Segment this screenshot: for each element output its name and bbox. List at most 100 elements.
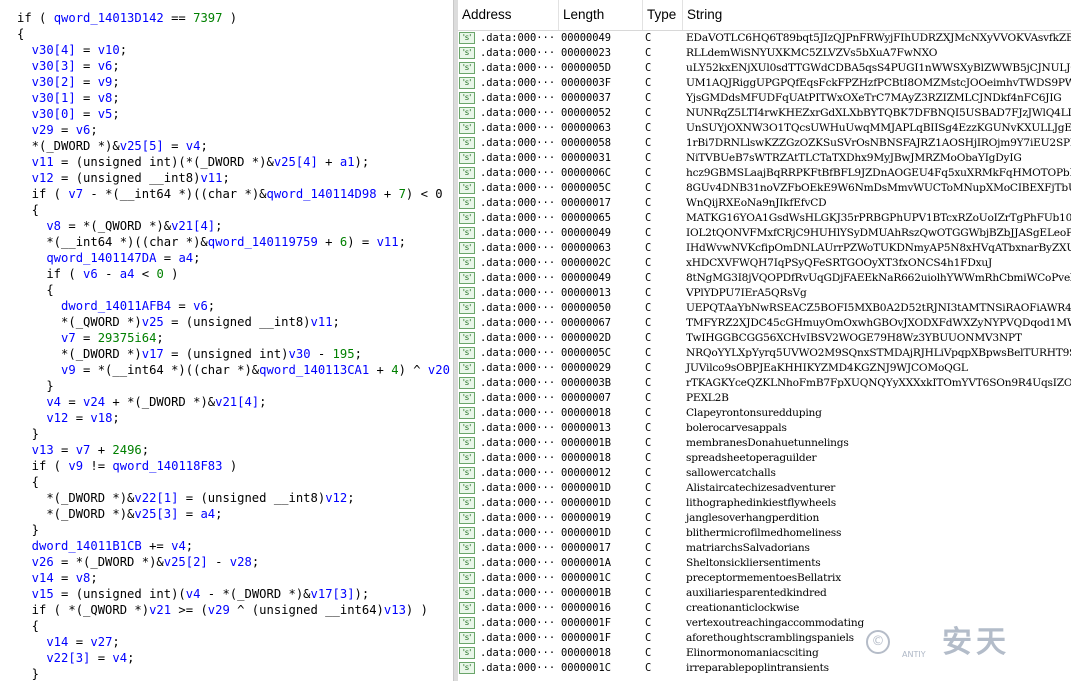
- column-header-length[interactable]: Length: [559, 0, 643, 30]
- code-line[interactable]: v30[0] = v5;: [17, 106, 120, 122]
- string-row[interactable]: 's' .data:000··· 00000019 Cjanglesoverhangp…: [458, 511, 1071, 526]
- string-row[interactable]: 's' .data:000··· 00000049 C IOL2tQONVFMxfCRj…: [458, 226, 1071, 241]
- column-header-type[interactable]: Type: [643, 0, 683, 30]
- string-row[interactable]: 's' .data:000··· 0000003B CrTKAGKYceQZKLNho…: [458, 376, 1071, 391]
- code-line[interactable]: *(_DWORD *)v17 = (unsigned int)v30 - 195…: [17, 346, 362, 362]
- code-line[interactable]: if ( v9 != qword_140118F83 ): [17, 458, 238, 474]
- code-line[interactable]: v4 = v24 + *(_DWORD *)&v21[4];: [17, 394, 266, 410]
- code-line[interactable]: qword_1401147DA = a4;: [17, 250, 200, 266]
- string-row[interactable]: 's' .data:000··· 00000052 C NUNRqZ5LTI4rwKHE…: [458, 106, 1071, 121]
- code-line[interactable]: v11 = (unsigned int)(*(_DWORD *)&v25[4] …: [17, 154, 370, 170]
- code-token: v11: [17, 155, 54, 169]
- code-line[interactable]: v9 = *(__int64 *)((char *)&qword_140113C…: [17, 362, 450, 378]
- column-header-address[interactable]: Address: [458, 0, 559, 30]
- string-row[interactable]: 's' .data:000··· 00000058 C 1rBi7DRNLlswKZZG…: [458, 136, 1071, 151]
- string-address: .data:000···: [480, 527, 556, 539]
- code-line[interactable]: {: [17, 26, 24, 42]
- code-line[interactable]: }: [17, 522, 39, 538]
- code-line[interactable]: {: [17, 474, 39, 490]
- code-line[interactable]: v7 = 29375i64;: [17, 330, 164, 346]
- string-type: C: [645, 512, 652, 524]
- string-row[interactable]: 's' .data:000··· 00000050 C UEPQTAaYbNwRSEAC…: [458, 301, 1071, 316]
- code-line[interactable]: v14 = v27;: [17, 634, 119, 650]
- string-row[interactable]: 's' .data:000··· 0000001B CmembranesDonahue…: [458, 436, 1071, 451]
- string-row[interactable]: 's' .data:000··· 00000013 Cbolerocarvesappa…: [458, 421, 1071, 436]
- string-row[interactable]: 's' .data:000··· 00000023 C RLLdemWiSNYUXKMC…: [458, 46, 1071, 61]
- code-token: v11: [310, 315, 333, 329]
- code-line[interactable]: v12 = v18;: [17, 410, 119, 426]
- string-row[interactable]: 's' .data:000··· 00000018 Cspreadsheetopera…: [458, 451, 1071, 466]
- code-line[interactable]: v30[3] = v6;: [17, 58, 120, 74]
- code-line[interactable]: v30[4] = v10;: [17, 42, 127, 58]
- code-line[interactable]: *(_DWORD *)&v22[1] = (unsigned __int8)v1…: [17, 490, 354, 506]
- string-row[interactable]: 's' .data:000··· 0000001C Cpreceptormemento…: [458, 571, 1071, 586]
- code-line[interactable]: v29 = v6;: [17, 122, 98, 138]
- code-line[interactable]: }: [17, 378, 53, 394]
- string-row[interactable]: 's' .data:000··· 00000063 C UnSUYjOXNW3O1TQc…: [458, 121, 1071, 136]
- code-line[interactable]: *(_DWORD *)&v25[3] = a4;: [17, 506, 222, 522]
- string-row[interactable]: 's' .data:000··· 0000001D Clithographedinki…: [458, 496, 1071, 511]
- string-row[interactable]: 's' .data:000··· 00000063 C IHdWvwNVKcfipOmD…: [458, 241, 1071, 256]
- code-line[interactable]: dword_14011B1CB += v4;: [17, 538, 193, 554]
- string-row[interactable]: 's' .data:000··· 0000001B Cauxiliariesparen…: [458, 586, 1071, 601]
- code-token: >= (: [171, 603, 208, 617]
- string-row[interactable]: 's' .data:000··· 0000001A C Sheltonsickliers…: [458, 556, 1071, 571]
- string-row[interactable]: 's' .data:000··· 00000018 C Clapeyrontonsure…: [458, 406, 1071, 421]
- string-row[interactable]: 's' .data:000··· 00000007 C PEXL2B: [458, 391, 1071, 406]
- code-line[interactable]: }: [17, 666, 39, 681]
- string-row[interactable]: 's' .data:000··· 00000017 CmatriarchsSalvad…: [458, 541, 1071, 556]
- code-token: if (: [17, 11, 54, 25]
- code-token: =: [75, 107, 98, 121]
- code-line[interactable]: v14 = v8;: [17, 570, 98, 586]
- code-line[interactable]: *(_DWORD *)&v25[5] = v4;: [17, 138, 208, 154]
- string-row[interactable]: 's' .data:000··· 00000017 C WnQijRXEoNa9nJIk…: [458, 196, 1071, 211]
- string-row[interactable]: 's' .data:000··· 00000049 C 8tNgMG3I8jVQOPDf…: [458, 271, 1071, 286]
- code-line[interactable]: {: [17, 618, 39, 634]
- string-row[interactable]: 's' .data:000··· 00000012 Csallowercatchall…: [458, 466, 1071, 481]
- string-row[interactable]: 's' .data:000··· 0000006C Chcz9GBMSLaajBqRR…: [458, 166, 1071, 181]
- code-line[interactable]: v15 = (unsigned int)(v4 - *(_DWORD *)&v1…: [17, 586, 370, 602]
- code-line[interactable]: v22[3] = v4;: [17, 650, 134, 666]
- code-line[interactable]: v30[2] = v9;: [17, 74, 120, 90]
- string-type-icon: 's': [459, 107, 475, 119]
- code-line[interactable]: *(_QWORD *)v25 = (unsigned __int8)v11;: [17, 314, 340, 330]
- string-row[interactable]: 's' .data:000··· 0000002C CxHDCXVFWQH7IqPSy…: [458, 256, 1071, 271]
- code-line[interactable]: v8 = *(_QWORD *)&v21[4];: [17, 218, 222, 234]
- strings-window[interactable]: Address Length Type String 's' .data:000·…: [458, 0, 1071, 681]
- code-line[interactable]: if ( v7 - *(__int64 *)((char *)&qword_14…: [17, 186, 443, 202]
- string-row[interactable]: 's' .data:000··· 00000065 C MATKG16YOA1GsdWs…: [458, 211, 1071, 226]
- code-line[interactable]: v12 = (unsigned __int8)v11;: [17, 170, 230, 186]
- string-value: UM1AQJRiggUPGPQfEqsFckFPZHzfPCBtI8OMZMst…: [686, 77, 1071, 89]
- column-header-string[interactable]: String: [683, 0, 1071, 30]
- code-line[interactable]: {: [17, 282, 53, 298]
- string-row[interactable]: 's' .data:000··· 0000001C Cirreparablepopli…: [458, 661, 1071, 676]
- string-row[interactable]: 's' .data:000··· 0000001D C Alistaircatechiz…: [458, 481, 1071, 496]
- string-row[interactable]: 's' .data:000··· 00000049 C EDaVOTLC6HQ6T89b…: [458, 31, 1071, 46]
- string-row[interactable]: 's' .data:000··· 0000005C C NRQoYYLXpYyrq5UV…: [458, 346, 1071, 361]
- string-row[interactable]: 's' .data:000··· 0000002D C TwIHGGBCGG56XCHv…: [458, 331, 1071, 346]
- string-row[interactable]: 's' .data:000··· 0000001D Cblithermicrofilm…: [458, 526, 1071, 541]
- code-line[interactable]: v13 = v7 + 2496;: [17, 442, 149, 458]
- string-type-icon: 's': [459, 497, 475, 509]
- code-line[interactable]: if ( v6 - a4 < 0 ): [17, 266, 178, 282]
- string-row[interactable]: 's' .data:000··· 0000005D CuLY52kxENjXUl0sd…: [458, 61, 1071, 76]
- string-row[interactable]: 's' .data:000··· 0000005C C 8GUv4DNB31noVZFb…: [458, 181, 1071, 196]
- string-row[interactable]: 's' .data:000··· 0000003F C UM1AQJRiggUPGPQf…: [458, 76, 1071, 91]
- pseudocode-view[interactable]: if ( qword_14013D142 == 7397 ){ v30[4] =…: [0, 0, 453, 681]
- code-line[interactable]: dword_14011AFB4 = v6;: [17, 298, 215, 314]
- string-value: hcz9GBMSLaajBqRRPKFtBfBFL9JZDnAOGEU4Fq5x…: [686, 167, 1071, 179]
- code-line[interactable]: if ( qword_14013D142 == 7397 ): [17, 10, 237, 26]
- string-row[interactable]: 's' .data:000··· 00000029 C JUVilco9sOBPJEaK…: [458, 361, 1071, 376]
- string-row[interactable]: 's' .data:000··· 00000013 C VPlYDPU7IErA5QRs…: [458, 286, 1071, 301]
- code-line[interactable]: *(__int64 *)((char *)&qword_140119759 + …: [17, 234, 406, 250]
- string-type-icon: 's': [459, 302, 475, 314]
- code-line[interactable]: v30[1] = v8;: [17, 90, 120, 106]
- string-row[interactable]: 's' .data:000··· 00000031 C NiTVBUeB7sWTRZAt…: [458, 151, 1071, 166]
- code-line[interactable]: v26 = *(_DWORD *)&v25[2] - v28;: [17, 554, 259, 570]
- string-row[interactable]: 's' .data:000··· 00000037 C YjsGMDdsMFUDFqUA…: [458, 91, 1071, 106]
- code-line[interactable]: {: [17, 202, 39, 218]
- code-line[interactable]: }: [17, 426, 39, 442]
- string-row[interactable]: 's' .data:000··· 00000067 C TMFYRZ2XJDC45cGH…: [458, 316, 1071, 331]
- code-line[interactable]: if ( *(_QWORD *)v21 >= (v29 ^ (unsigned …: [17, 602, 428, 618]
- string-row[interactable]: 's' .data:000··· 00000016 Ccreationanticloc…: [458, 601, 1071, 616]
